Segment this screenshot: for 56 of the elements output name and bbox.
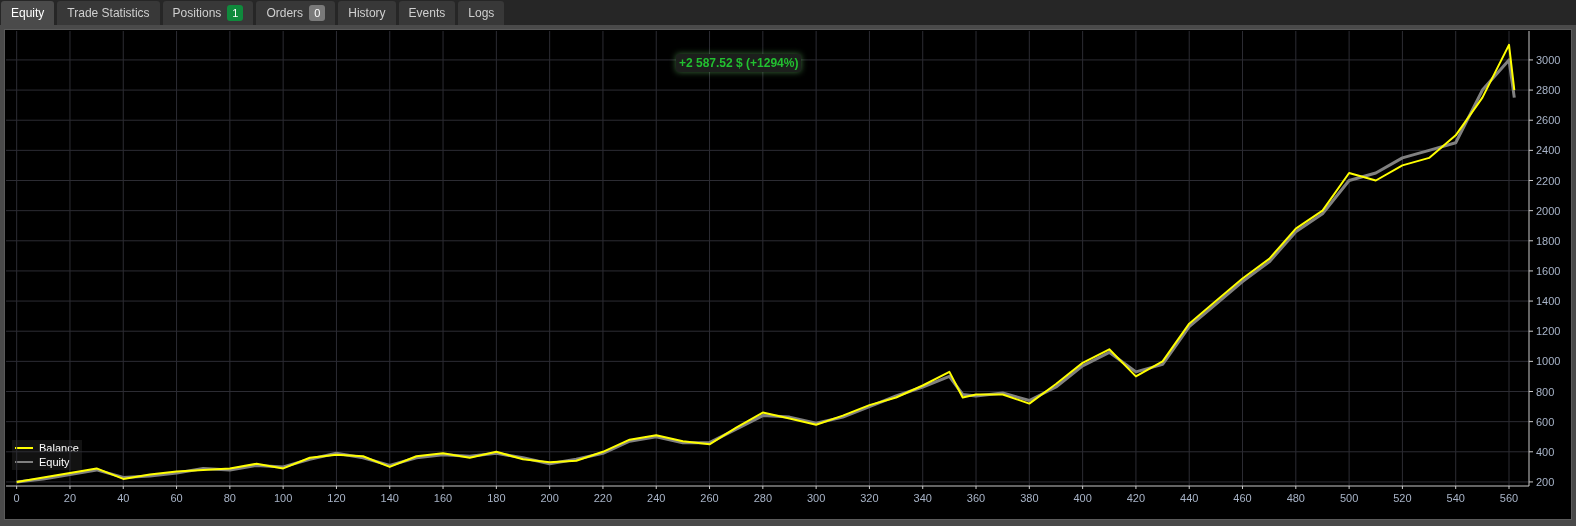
x-tick-label: 380: [1020, 492, 1039, 504]
x-tick-label: 160: [433, 492, 453, 504]
x-tick-label: 180: [487, 492, 506, 504]
x-tick-label: 60: [170, 492, 183, 504]
count-badge: 1: [227, 5, 244, 21]
y-tick-label: 600: [1536, 415, 1555, 428]
x-tick-label: 440: [1180, 492, 1199, 504]
x-tick-label: 480: [1286, 492, 1305, 504]
legend-label: Equity: [39, 454, 70, 470]
y-tick-label: 1200: [1536, 325, 1561, 338]
y-tick-label: 200: [1536, 475, 1555, 488]
x-tick-label: 540: [1446, 492, 1465, 504]
tab[interactable]: Orders 0: [256, 1, 336, 25]
count-badge: 0: [309, 5, 326, 21]
y-tick-label: 2800: [1536, 84, 1561, 97]
y-tick-label: 2400: [1536, 144, 1561, 157]
x-tick-label: 300: [806, 492, 826, 504]
x-tick-label: 100: [273, 492, 293, 504]
tab[interactable]: Equity: [1, 1, 55, 25]
legend-label: Balance: [39, 440, 79, 456]
x-tick-label: 240: [647, 492, 666, 504]
x-tick-label: 460: [1233, 492, 1252, 504]
tab[interactable]: Logs: [458, 1, 505, 25]
x-tick-label: 260: [700, 492, 719, 504]
x-tick-label: 40: [117, 492, 130, 504]
y-tick-label: 1000: [1536, 355, 1561, 368]
x-tick-label: 420: [1126, 492, 1146, 504]
x-tick-label: 140: [380, 492, 399, 504]
x-tick-label: 400: [1073, 492, 1092, 504]
x-tick-label: 200: [540, 492, 559, 504]
y-tick-label: 2000: [1536, 204, 1561, 217]
x-tick-label: 120: [327, 492, 346, 504]
y-tick-label: 800: [1536, 385, 1555, 398]
x-tick-label: 80: [223, 492, 236, 504]
x-tick-label: 500: [1339, 492, 1359, 504]
tab[interactable]: Positions 1: [162, 1, 254, 25]
x-tick-label: 0: [13, 492, 20, 504]
y-tick-label: 400: [1536, 445, 1555, 458]
tab[interactable]: Events: [398, 1, 456, 25]
y-tick-label: 1400: [1536, 295, 1561, 308]
tab[interactable]: History: [338, 1, 396, 25]
tab[interactable]: Trade Statistics: [57, 1, 160, 25]
y-tick-label: 2200: [1536, 174, 1561, 187]
y-tick-label: 3000: [1536, 53, 1561, 66]
x-tick-label: 340: [913, 492, 932, 504]
x-tick-label: 520: [1393, 492, 1412, 504]
x-tick-label: 320: [860, 492, 879, 504]
y-tick-label: 1600: [1536, 264, 1561, 277]
y-tick-label: 2600: [1536, 114, 1561, 127]
x-tick-label: 360: [966, 492, 986, 504]
x-tick-label: 20: [63, 492, 77, 504]
profit-label: +2 587.52 $ (+1294%): [676, 54, 802, 72]
x-tick-label: 560: [1499, 492, 1519, 504]
y-tick-label: 1800: [1536, 234, 1561, 247]
x-tick-label: 220: [593, 492, 613, 504]
x-tick-label: 280: [753, 492, 772, 504]
